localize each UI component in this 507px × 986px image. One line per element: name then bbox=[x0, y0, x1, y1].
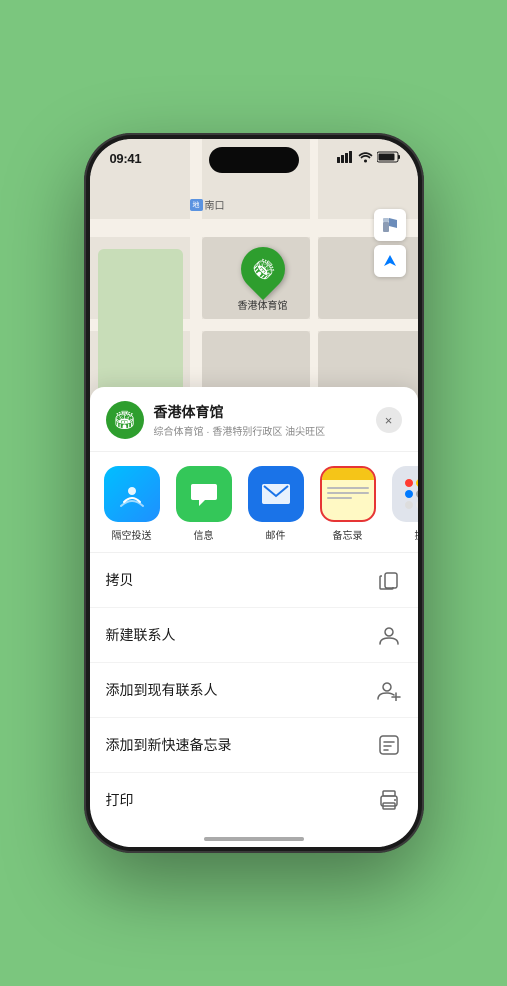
pin-circle: 🏟 bbox=[231, 238, 293, 300]
venue-header: 🏟 香港体育馆 综合体育馆 · 香港特别行政区 油尖旺区 × bbox=[90, 387, 418, 452]
action-new-contact[interactable]: 新建联系人 bbox=[90, 608, 418, 663]
share-item-messages[interactable]: 信息 bbox=[172, 466, 236, 542]
venue-icon: 🏟 bbox=[106, 401, 144, 439]
share-item-mail[interactable]: 邮件 bbox=[244, 466, 308, 542]
airdrop-icon bbox=[104, 466, 160, 522]
phone-screen: 地 南口 bbox=[90, 139, 418, 847]
venue-info: 香港体育馆 综合体育馆 · 香港特别行政区 油尖旺区 bbox=[154, 402, 376, 438]
add-notes-icon bbox=[376, 732, 402, 758]
notes-icon bbox=[320, 466, 376, 522]
share-item-more[interactable]: 提 bbox=[388, 466, 418, 542]
map-type-button[interactable] bbox=[374, 209, 406, 241]
add-existing-label: 添加到现有联系人 bbox=[106, 680, 218, 700]
more-dots-grid bbox=[405, 479, 418, 509]
close-button[interactable]: × bbox=[376, 407, 402, 433]
action-add-notes[interactable]: 添加到新快速备忘录 bbox=[90, 718, 418, 773]
new-contact-label: 新建联系人 bbox=[106, 625, 176, 645]
copy-label: 拷贝 bbox=[106, 570, 134, 590]
metro-text: 南口 bbox=[205, 197, 225, 212]
messages-icon bbox=[176, 466, 232, 522]
more-icon bbox=[392, 466, 418, 522]
share-row: 隔空投送 信息 bbox=[90, 452, 418, 552]
add-existing-icon bbox=[376, 677, 402, 703]
new-contact-icon bbox=[376, 622, 402, 648]
action-add-existing[interactable]: 添加到现有联系人 bbox=[90, 663, 418, 718]
mail-icon bbox=[248, 466, 304, 522]
share-item-notes[interactable]: 备忘录 bbox=[316, 466, 380, 542]
pin-inner: 🏟 bbox=[245, 251, 281, 287]
metro-icon: 地 bbox=[190, 199, 203, 211]
stadium-icon: 🏟 bbox=[247, 253, 278, 284]
map-pin: 🏟 香港体育馆 bbox=[238, 247, 288, 312]
location-button[interactable] bbox=[374, 245, 406, 277]
home-indicator bbox=[204, 837, 304, 841]
map-controls bbox=[374, 209, 406, 281]
airdrop-label: 隔空投送 bbox=[112, 527, 152, 542]
venue-name: 香港体育馆 bbox=[154, 402, 376, 422]
action-list: 拷贝 新建联系人 bbox=[90, 552, 418, 827]
dynamic-island bbox=[209, 147, 299, 173]
metro-label: 地 南口 bbox=[190, 197, 225, 212]
print-label: 打印 bbox=[106, 790, 134, 810]
mail-label: 邮件 bbox=[266, 527, 286, 542]
more-label: 提 bbox=[415, 527, 418, 542]
action-copy[interactable]: 拷贝 bbox=[90, 553, 418, 608]
status-time: 09:41 bbox=[110, 151, 142, 166]
notes-label: 备忘录 bbox=[333, 527, 363, 542]
phone-frame: 地 南口 bbox=[84, 133, 424, 853]
status-icons bbox=[337, 151, 402, 163]
bottom-sheet: 🏟 香港体育馆 综合体育馆 · 香港特别行政区 油尖旺区 × bbox=[90, 387, 418, 847]
share-item-airdrop[interactable]: 隔空投送 bbox=[100, 466, 164, 542]
print-icon bbox=[376, 787, 402, 813]
venue-subtitle: 综合体育馆 · 香港特别行政区 油尖旺区 bbox=[154, 423, 376, 438]
copy-icon bbox=[376, 567, 402, 593]
add-notes-label: 添加到新快速备忘录 bbox=[106, 735, 232, 755]
action-print[interactable]: 打印 bbox=[90, 773, 418, 827]
messages-label: 信息 bbox=[194, 527, 214, 542]
